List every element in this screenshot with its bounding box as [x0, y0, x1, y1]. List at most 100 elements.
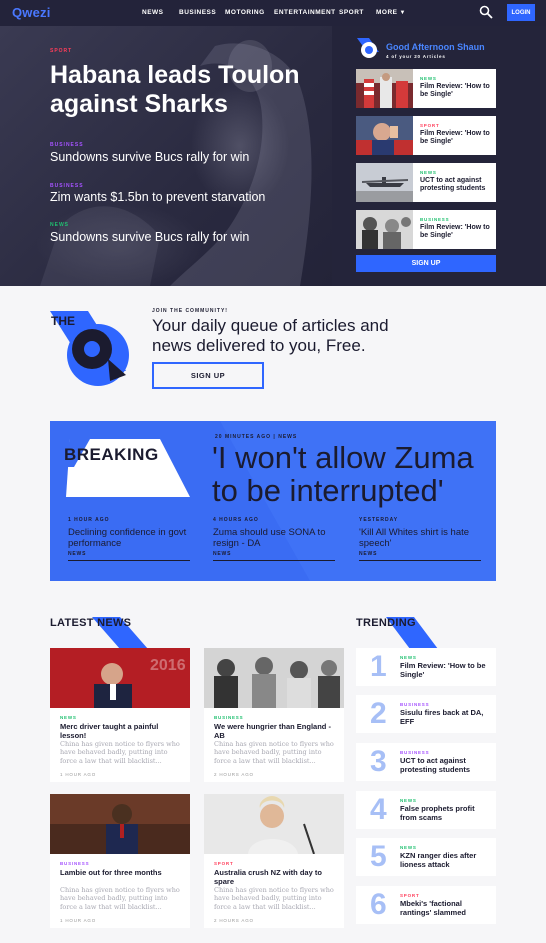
trending-rank: 6 — [370, 888, 387, 921]
latest-news-heading: LATEST NEWS — [50, 617, 150, 649]
nav-item-entertainment[interactable]: ENTERTAINMENT — [274, 9, 336, 16]
side-article-category: NEWS — [420, 76, 437, 81]
breaking-item-title: 'Kill All Whites shirt is hate speech' — [359, 527, 470, 550]
news-excerpt: China has given notice to flyers who hav… — [60, 740, 180, 765]
breaking-item[interactable]: 1 HOUR AGO Declining confidence in govt … — [68, 517, 190, 561]
hero-category: SPORT — [50, 48, 73, 54]
breaking-headline[interactable]: 'I won't allow Zuma to be interrupted' — [212, 441, 492, 507]
trending-item[interactable]: 1 NEWS Film Review: 'How to be Single' — [356, 648, 496, 686]
trending-title: False prophets profit from scams — [400, 804, 475, 822]
trending-category: BUSINESS — [400, 702, 430, 707]
nav-item-sport[interactable]: SPORT — [339, 9, 364, 16]
top-nav: Qwezi NEWS BUSINESS MOTORING ENTERTAINME… — [0, 0, 546, 26]
nav-item-news[interactable]: NEWS — [142, 9, 164, 16]
search-icon[interactable] — [479, 5, 493, 19]
hero-story-category: BUSINESS — [50, 183, 84, 189]
news-title: Lambie out for three months — [60, 868, 162, 877]
breaking-item-category: NEWS — [359, 551, 481, 561]
side-article-title: Film Review: 'How to be Single' — [420, 130, 490, 146]
trending-rank: 5 — [370, 840, 387, 873]
community-section: THE JOIN THE COMMUNITY! Your daily queue… — [0, 286, 546, 416]
hero-story-title[interactable]: Sundowns survive Bucs rally for win — [50, 230, 249, 244]
news-card[interactable]: BUSINESS We were hungrier than England -… — [204, 648, 344, 782]
hero-story-category: BUSINESS — [50, 142, 84, 148]
trending-item[interactable]: 4 NEWS False prophets profit from scams — [356, 791, 496, 829]
breaking-item[interactable]: YESTERDAY 'Kill All Whites shirt is hate… — [359, 517, 481, 561]
hero-title[interactable]: Habana leads Toulon against Sharks — [50, 61, 320, 119]
trending-category: BUSINESS — [400, 750, 430, 755]
trending-title: TRENDING — [356, 617, 416, 629]
latest-news-title: LATEST NEWS — [50, 617, 132, 629]
news-category: NEWS — [60, 715, 77, 720]
trending-category: NEWS — [400, 798, 417, 803]
chevron-down-icon: ▼ — [399, 10, 406, 16]
side-article-card[interactable]: NEWS UCT to act against protesting stude… — [356, 163, 496, 202]
article-thumbnail — [356, 210, 413, 249]
news-time: 2 HOURS AGO — [214, 772, 254, 777]
trending-heading: TRENDING — [356, 617, 456, 649]
trending-category: SPORT — [400, 893, 420, 898]
news-image — [204, 648, 344, 708]
news-card[interactable]: SPORT Australia crush NZ with day to spa… — [204, 794, 344, 928]
login-button[interactable]: LOGIN — [507, 4, 535, 21]
breaking-item-title: Declining confidence in govt performance — [68, 527, 187, 550]
news-card[interactable]: 2016 NEWS Merc driver taught a painful l… — [50, 648, 190, 782]
trending-category: NEWS — [400, 655, 417, 660]
trending-rank: 4 — [370, 793, 387, 826]
side-article-title: Film Review: 'How to be Single' — [420, 83, 490, 99]
svg-text:2016: 2016 — [150, 657, 186, 674]
news-time: 1 HOUR AGO — [60, 772, 97, 777]
breaking-item-time: YESTERDAY — [359, 517, 399, 523]
breaking-item-category: NEWS — [68, 551, 190, 561]
news-category: BUSINESS — [60, 861, 90, 866]
trending-title: Mbeki's 'factional rantings' slammed — [400, 899, 466, 917]
article-count: 4 of your 20 Articles — [386, 54, 446, 59]
side-article-card[interactable]: NEWS Film Review: 'How to be Single' — [356, 69, 496, 108]
side-article-title: UCT to act against protesting students — [420, 177, 486, 193]
breaking-news-section: BREAKING 20 MINUTES AGO | NEWS 'I won't … — [50, 421, 496, 581]
the-logo-text: THE — [51, 314, 75, 328]
news-category: SPORT — [214, 861, 234, 866]
trending-title: Sisulu fires back at DA, EFF — [400, 708, 484, 726]
news-excerpt: China has given notice to flyers who hav… — [214, 740, 334, 765]
trending-item[interactable]: 5 NEWS KZN ranger dies after lioness att… — [356, 838, 496, 876]
nav-item-motoring[interactable]: MOTORING — [225, 9, 265, 16]
article-thumbnail — [356, 116, 413, 155]
trending-title: KZN ranger dies after lioness attack — [400, 851, 477, 869]
sidebar-signup-button[interactable]: SIGN UP — [356, 255, 496, 272]
side-article-category: BUSINESS — [420, 217, 450, 222]
trending-rank: 2 — [370, 697, 387, 730]
article-thumbnail — [356, 69, 413, 108]
side-article-category: SPORT — [420, 123, 440, 128]
side-article-card[interactable]: BUSINESS Film Review: 'How to be Single' — [356, 210, 496, 249]
nav-item-business[interactable]: BUSINESS — [179, 9, 216, 16]
news-excerpt: China has given notice to flyers who hav… — [60, 886, 180, 911]
trending-category: NEWS — [400, 845, 417, 850]
breaking-item[interactable]: 4 HOURS AGO Zuma should use SONA to resi… — [213, 517, 335, 561]
news-image — [204, 794, 344, 854]
trending-item[interactable]: 6 SPORT Mbeki's 'factional rantings' sla… — [356, 886, 496, 924]
hero-story-category: NEWS — [50, 222, 69, 228]
hero-story-title[interactable]: Zim wants $1.5bn to prevent starvation — [50, 190, 265, 204]
join-community-text: Your daily queue of articles and news de… — [152, 316, 389, 356]
side-article-title: Film Review: 'How to be Single' — [420, 224, 490, 240]
nav-item-more[interactable]: MORE ▼ — [376, 9, 406, 16]
side-article-card[interactable]: SPORT Film Review: 'How to be Single' — [356, 116, 496, 155]
news-excerpt: China has given notice to flyers who hav… — [214, 886, 334, 911]
side-article-category: NEWS — [420, 170, 437, 175]
trending-item[interactable]: 3 BUSINESS UCT to act against protesting… — [356, 743, 496, 781]
site-logo[interactable]: Qwezi — [12, 5, 51, 20]
join-community-label: JOIN THE COMMUNITY! — [152, 308, 228, 314]
news-image — [50, 794, 190, 854]
trending-title: UCT to act against protesting students — [400, 756, 471, 774]
news-title: Merc driver taught a painful lesson! — [60, 722, 159, 740]
hero-story-title[interactable]: Sundowns survive Bucs rally for win — [50, 150, 249, 164]
trending-item[interactable]: 2 BUSINESS Sisulu fires back at DA, EFF — [356, 695, 496, 733]
news-time: 1 HOUR AGO — [60, 918, 97, 923]
community-signup-button[interactable]: SIGN UP — [152, 362, 264, 389]
news-title: We were hungrier than England - AB — [214, 722, 331, 740]
hero-section: SPORT Habana leads Toulon against Sharks… — [0, 26, 546, 286]
news-card[interactable]: BUSINESS Lambie out for three months Chi… — [50, 794, 190, 928]
nav-item-more-label: MORE — [376, 9, 398, 16]
news-time: 2 HOURS AGO — [214, 918, 254, 923]
